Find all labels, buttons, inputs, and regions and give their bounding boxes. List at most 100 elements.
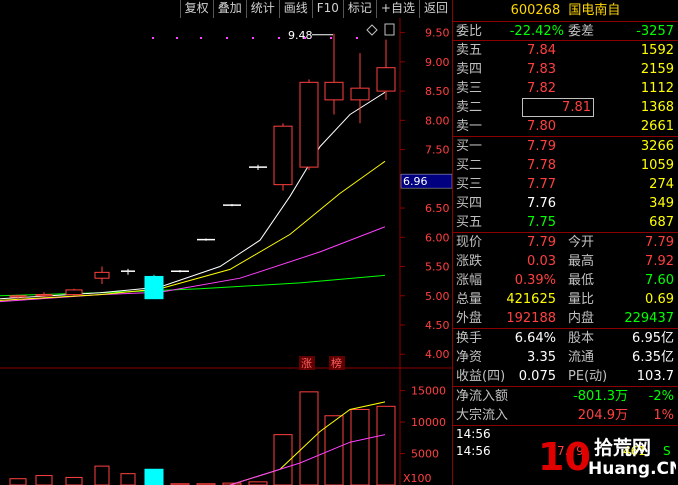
toolbar-button-4[interactable]: F10 [311,0,343,18]
bid-label: 买一 [456,139,483,154]
bid-level[interactable]: 买四 7.76 349 [453,194,678,213]
ask-level[interactable]: 卖五 7.84 1592 [453,41,678,60]
row-value2: 6.35亿 [632,350,674,365]
bid-label: 买二 [456,158,483,173]
ask-volume: 1592 [640,43,674,58]
toolbar-button-1[interactable]: 叠加 [212,0,246,18]
kline-chart[interactable]: 9.509.008.508.007.507.006.506.005.505.00… [0,18,452,485]
volume-bar [299,391,319,485]
signal-dot [330,37,332,39]
toolbar-button-3[interactable]: 画线 [278,0,312,18]
ask-level[interactable]: 卖二 7.81 1368 [453,98,678,117]
row-value: 3.35 [527,350,556,365]
ma10-line [0,160,386,301]
bid-level[interactable]: 买二 7.78 1059 [453,156,678,175]
zhangbang-label: 涨 [301,357,312,370]
current-price-tag: 6.96 [403,175,428,188]
bid-volume: 687 [649,215,674,230]
ma60-line [0,274,386,297]
row-value: 192188 [506,311,556,326]
ask-label: 卖五 [456,43,483,58]
row-label2: PE(动) [568,369,608,384]
price-axis-label: 5.50 [425,261,450,274]
row-value2: 1% [653,408,674,423]
row-label2: 内盘 [568,311,595,326]
bid-volume: 274 [649,177,674,192]
volume-bar [273,434,293,485]
watermark-cn: 拾荒网 [594,436,651,459]
vol-axis-label: 10000 [411,416,446,429]
row-label2: 最高 [568,254,595,269]
bid-level[interactable]: 买三 7.77 274 [453,175,678,194]
quote-row: 大宗流入 204.9万 1% [453,406,678,425]
row-value: -801.3万 [573,389,628,404]
stock-code: 600268 [510,3,561,18]
toolbar-button-6[interactable]: +自选 [375,0,419,18]
volume-bar [376,405,396,485]
tick-time: 14:56 [456,444,491,458]
toolbar-button-2[interactable]: 统计 [245,0,279,18]
row-value2: 7.79 [645,235,674,250]
volume-bar [120,473,136,485]
weicha-label: 委差 [568,24,595,39]
bid-level[interactable]: 买五 7.75 687 [453,213,678,232]
money-flow: 净流入额 -801.3万 -2% 大宗流入 204.9万 1% [453,387,678,426]
price-axis-label: 4.50 [425,319,450,332]
volume-bar [35,475,53,485]
fundamentals: 换手 6.64% 股本 6.95亿 净资 3.35 流通 6.35亿 收益(四) 0.075 PE(… [453,329,678,387]
row-label: 涨幅 [456,273,483,288]
quote-row: 换手 6.64% 股本 6.95亿 [453,329,678,348]
price-axis-label: 9.50 [425,27,450,40]
chart-canvas: 9.509.008.508.007.507.006.506.005.505.00… [0,18,452,485]
row-label2: 股本 [568,331,595,346]
row-value: 7.79 [527,235,556,250]
ask-price: 7.81 [522,98,594,117]
signal-dot [278,37,280,39]
quote-row: 净资 3.35 流通 6.35亿 [453,348,678,367]
candle-body [144,275,164,300]
bid-levels: 买一 7.79 3266 买二 7.78 1059 买三 7.77 274 买四 7.76 349 买五… [453,137,678,233]
row-value2: 103.7 [636,369,674,384]
row-label: 现价 [456,235,483,250]
row-value: 421625 [506,292,556,307]
row-label2: 量比 [568,292,595,307]
ask-price: 7.80 [527,119,556,134]
volume-bar [144,468,164,485]
row-value2: -2% [648,389,674,404]
ask-level[interactable]: 卖三 7.82 1112 [453,79,678,98]
bid-label: 买四 [456,196,483,211]
ask-volume: 1112 [640,81,674,96]
candle-body [273,125,293,186]
watermark-number: 10 [538,435,591,479]
ask-level[interactable]: 卖四 7.83 2159 [453,60,678,79]
toolbar-button-5[interactable]: 标记 [342,0,376,18]
toolbar-button-7[interactable]: 返回 [418,0,452,18]
bid-price: 7.78 [527,158,556,173]
row-value2: 7.92 [645,254,674,269]
quote-panel: 600268 国电南自 委比 -22.42% 委差 -3257 卖五 7.84 15… [452,0,678,485]
quote-row: 净流入额 -801.3万 -2% [453,387,678,406]
ask-level[interactable]: 卖一 7.80 2661 [453,117,678,136]
signal-dot [152,37,154,39]
row-label: 净流入额 [456,389,509,404]
row-label: 外盘 [456,311,483,326]
tick-time: 14:56 [456,427,491,441]
ma5-line [0,91,386,300]
ask-volume: 2661 [640,119,674,134]
price-axis-label: 7.50 [425,144,450,157]
weibi-value: -22.42% [509,24,564,39]
candle-body [299,81,319,168]
bid-price: 7.75 [527,215,556,230]
quote-row: 涨幅 0.39% 最低 7.60 [453,271,678,290]
price-axis-label: 5.00 [425,290,450,303]
high-price-label: 9.48 [288,29,313,42]
row-value: 0.03 [527,254,556,269]
diamond-icon [366,24,378,36]
bid-level[interactable]: 买一 7.79 3266 [453,137,678,156]
watermark: 10 拾荒网 Huang.CN [536,432,678,480]
candle-body [35,294,53,297]
bid-price: 7.79 [527,139,556,154]
toolbar-button-0[interactable]: 复权 [179,0,213,18]
stock-name: 国电南自 [568,3,621,18]
bid-price: 7.77 [527,177,556,192]
